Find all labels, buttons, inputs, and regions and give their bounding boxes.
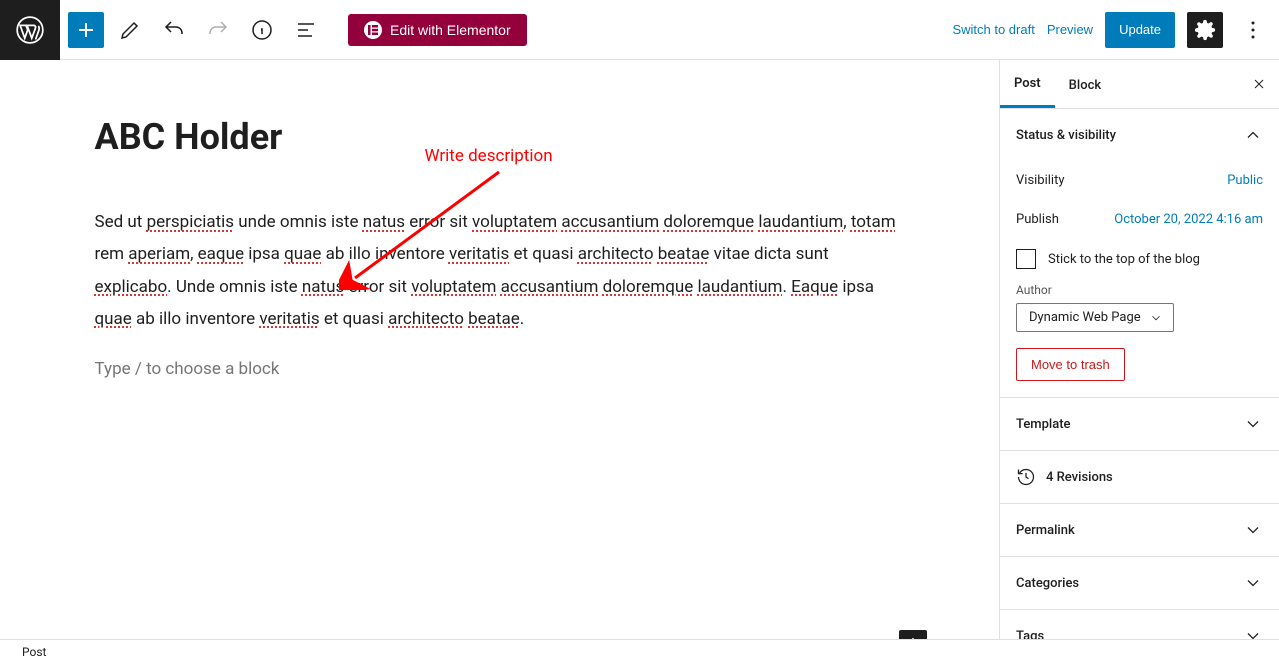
info-button[interactable]: [244, 12, 280, 48]
switch-to-draft-button[interactable]: Switch to draft: [952, 22, 1034, 37]
panel-permalink[interactable]: Permalink: [1000, 504, 1279, 556]
update-button[interactable]: Update: [1105, 12, 1175, 48]
visibility-label: Visibility: [1016, 173, 1065, 188]
visibility-value[interactable]: Public: [1227, 173, 1263, 188]
insert-block-button[interactable]: [899, 630, 927, 639]
footer-breadcrumb: Post: [0, 639, 1279, 663]
edit-mode-button[interactable]: [112, 12, 148, 48]
panel-tags[interactable]: Tags: [1000, 610, 1279, 639]
preview-button[interactable]: Preview: [1047, 22, 1093, 37]
chevron-down-icon: [1243, 520, 1263, 540]
revisions-link[interactable]: 4 Revisions: [1000, 451, 1279, 503]
settings-sidebar: Post Block Status & visibility Visibilit…: [999, 60, 1279, 639]
outline-button[interactable]: [288, 12, 324, 48]
undo-button[interactable]: [156, 12, 192, 48]
author-select[interactable]: Dynamic Web Page: [1016, 303, 1174, 332]
settings-button[interactable]: [1187, 12, 1223, 48]
history-icon: [1016, 467, 1036, 487]
tab-block[interactable]: Block: [1055, 62, 1115, 107]
chevron-down-icon: [1243, 626, 1263, 639]
move-to-trash-button[interactable]: Move to trash: [1016, 348, 1125, 381]
chevron-down-icon: [1243, 573, 1263, 593]
tab-post[interactable]: Post: [1000, 60, 1055, 108]
add-block-button[interactable]: [68, 12, 104, 48]
stick-checkbox[interactable]: [1016, 249, 1036, 269]
paragraph-block[interactable]: Sed ut perspiciatis unde omnis iste natu…: [95, 206, 905, 335]
elementor-icon: [364, 21, 382, 39]
close-sidebar-button[interactable]: [1251, 76, 1267, 92]
post-title[interactable]: ABC Holder: [95, 116, 905, 158]
edit-with-elementor-button[interactable]: Edit with Elementor: [348, 14, 527, 46]
block-placeholder[interactable]: Type / to choose a block: [95, 359, 905, 379]
redo-button[interactable]: [200, 12, 236, 48]
panel-status-visibility[interactable]: Status & visibility: [1000, 109, 1279, 161]
stick-label: Stick to the top of the blog: [1048, 252, 1200, 267]
wordpress-logo[interactable]: [0, 0, 60, 60]
publish-label: Publish: [1016, 212, 1059, 227]
panel-categories[interactable]: Categories: [1000, 557, 1279, 609]
chevron-down-icon: [1149, 311, 1163, 325]
more-options-button[interactable]: [1235, 12, 1271, 48]
elementor-label: Edit with Elementor: [390, 22, 511, 38]
top-toolbar: Edit with Elementor Switch to draft Prev…: [0, 0, 1279, 60]
author-label: Author: [1016, 283, 1263, 297]
publish-value[interactable]: October 20, 2022 4:16 am: [1114, 212, 1263, 227]
chevron-down-icon: [1243, 414, 1263, 434]
editor-canvas[interactable]: ABC Holder Write description Sed ut pers…: [0, 60, 999, 639]
panel-template[interactable]: Template: [1000, 398, 1279, 450]
chevron-up-icon: [1243, 125, 1263, 145]
